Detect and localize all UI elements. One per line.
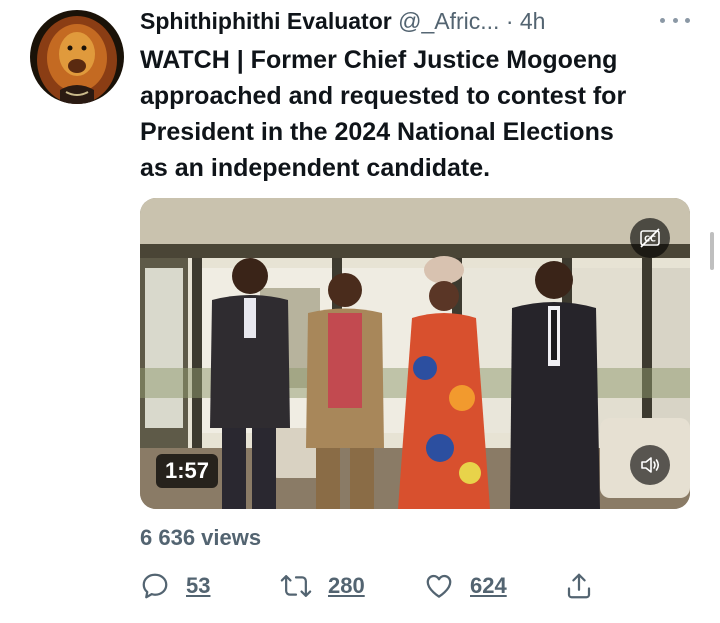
tweet-actions-bar: 53 280 624 bbox=[140, 566, 610, 606]
lion-avatar-image bbox=[30, 10, 124, 104]
speaker-muted-icon bbox=[641, 457, 660, 473]
more-options-icon[interactable] bbox=[660, 10, 690, 30]
mute-toggle-button[interactable] bbox=[630, 445, 670, 485]
retweet-icon bbox=[280, 575, 312, 597]
heart-icon bbox=[426, 574, 452, 598]
share-icon bbox=[567, 573, 591, 599]
like-count[interactable]: 624 bbox=[470, 573, 507, 599]
display-name[interactable]: Sphithiphithi Evaluator bbox=[140, 8, 392, 34]
closed-captions-off-icon: CC bbox=[640, 228, 660, 248]
scrollbar[interactable] bbox=[710, 232, 714, 270]
tweet-text: WATCH | Former Chief Justice Mogoeng app… bbox=[140, 46, 627, 182]
separator-dot: · bbox=[505, 8, 514, 34]
closed-captions-button[interactable]: CC bbox=[630, 218, 670, 258]
video-thumbnail bbox=[140, 198, 690, 509]
retweet-button[interactable]: 280 bbox=[280, 566, 365, 606]
reply-button[interactable]: 53 bbox=[140, 566, 210, 606]
video-player[interactable]: CC 1:57 bbox=[140, 198, 690, 509]
tweet-timestamp[interactable]: 4h bbox=[520, 8, 546, 34]
avatar[interactable] bbox=[30, 10, 124, 104]
view-count: 6 636 views bbox=[140, 525, 262, 550]
tweet-header: Sphithiphithi Evaluator @_Afric... · 4h bbox=[140, 6, 720, 36]
video-duration-badge: 1:57 bbox=[156, 454, 219, 488]
reply-icon bbox=[142, 573, 168, 599]
reply-count[interactable]: 53 bbox=[186, 573, 210, 599]
user-handle[interactable]: @_Afric... bbox=[398, 8, 499, 34]
retweet-count[interactable]: 280 bbox=[328, 573, 365, 599]
like-button[interactable]: 624 bbox=[424, 566, 507, 606]
share-button[interactable] bbox=[564, 566, 594, 606]
